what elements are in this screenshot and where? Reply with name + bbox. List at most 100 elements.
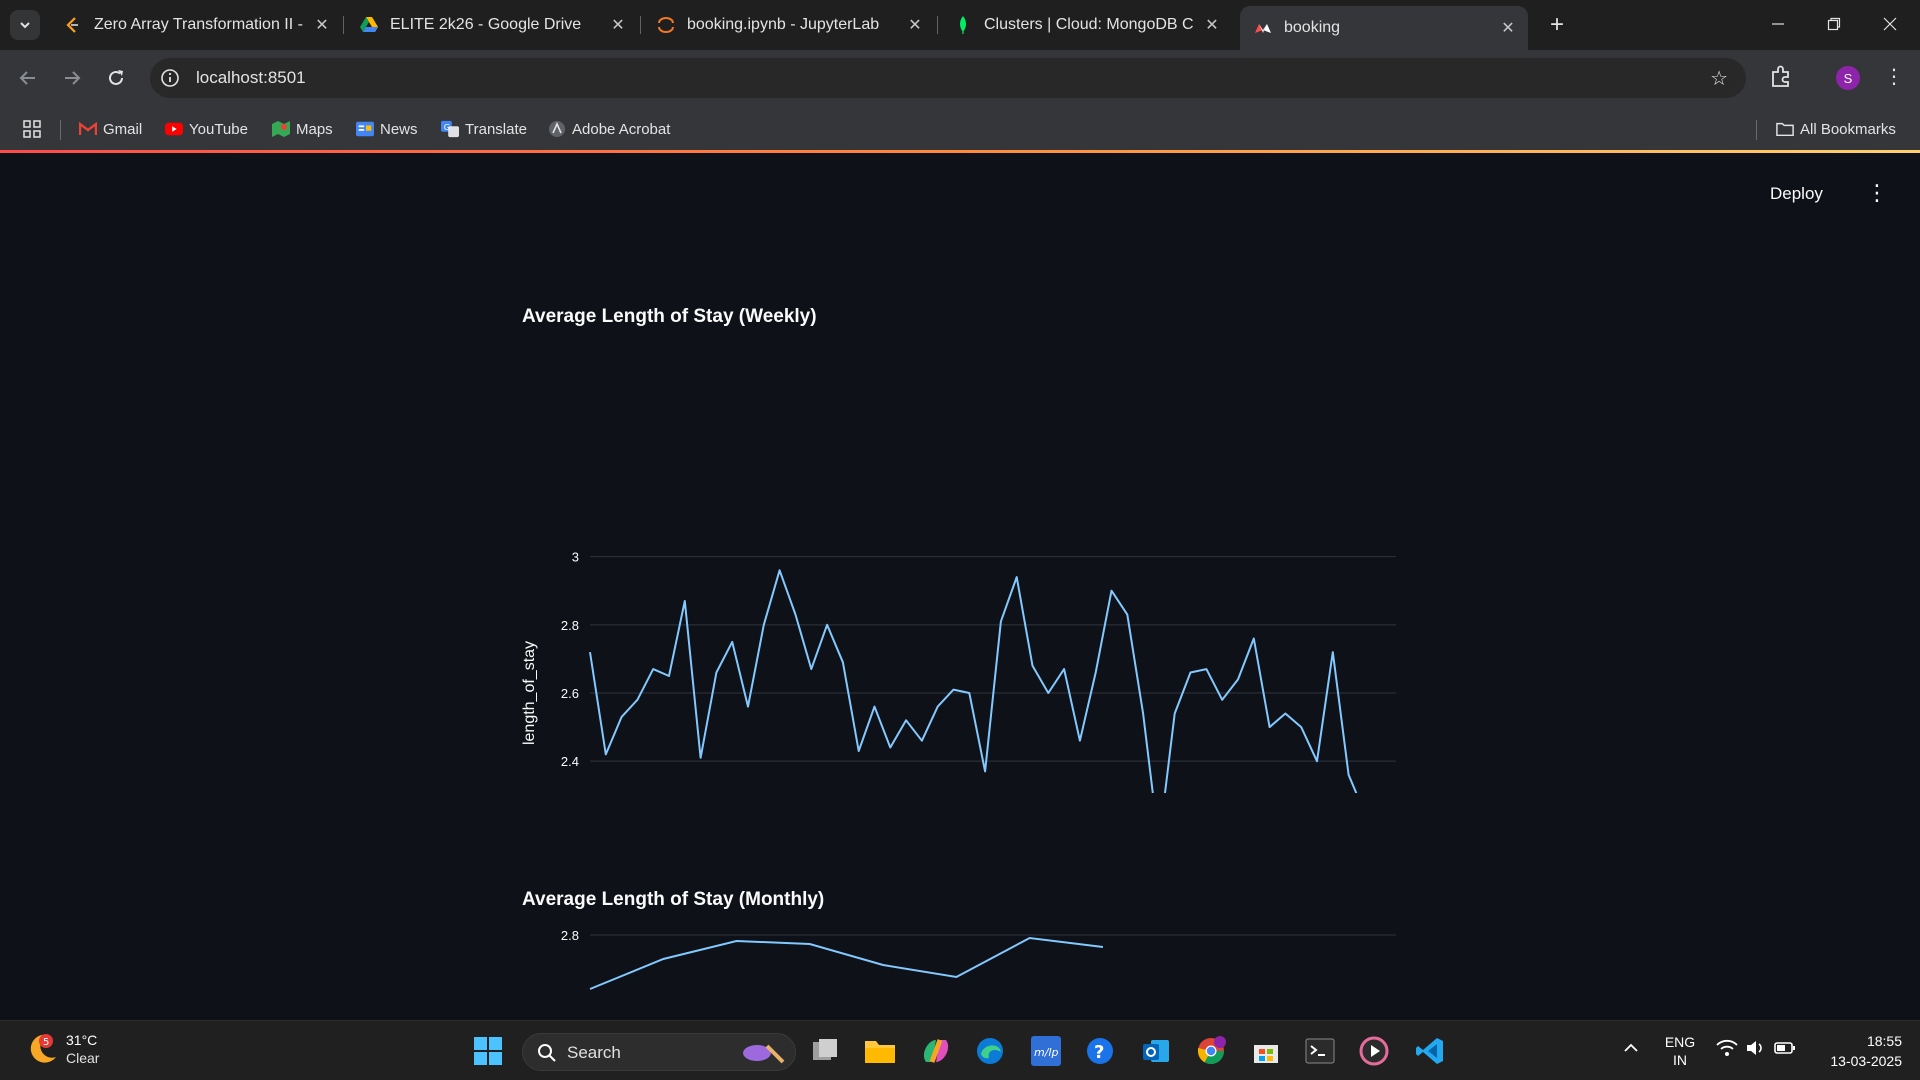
- copilot-button[interactable]: [916, 1031, 956, 1071]
- arrow-left-icon: [19, 71, 35, 85]
- show-hidden-icons-button[interactable]: [1622, 1039, 1640, 1062]
- y-tick-label: 2.4: [561, 754, 579, 769]
- bookmark-label: Gmail: [103, 120, 143, 138]
- edge-button[interactable]: [970, 1031, 1010, 1071]
- acrobat-icon: [548, 120, 566, 138]
- all-bookmarks-button[interactable]: All Bookmarks: [1776, 117, 1896, 141]
- google-drive-icon: [360, 16, 378, 34]
- media-player-button[interactable]: [1354, 1031, 1394, 1071]
- apps-button[interactable]: [22, 117, 42, 141]
- reload-button[interactable]: [100, 62, 132, 94]
- chevron-down-icon: [20, 22, 30, 29]
- tab-title: Zero Array Transformation II - L: [94, 16, 304, 33]
- weather-temperature: 31°C: [66, 1032, 98, 1048]
- bookmark-star-icon[interactable]: ☆: [1710, 66, 1728, 91]
- minimize-button[interactable]: [1750, 0, 1806, 48]
- windows-taskbar: 5 31°C Clear Search m/lp ? ENG IN 18:55 …: [0, 1020, 1920, 1080]
- vscode-button[interactable]: [1410, 1031, 1450, 1071]
- task-view-button[interactable]: [806, 1031, 846, 1071]
- store-icon: [1254, 1045, 1278, 1063]
- bookmark-gmail[interactable]: Gmail: [79, 117, 142, 141]
- language-code: ENG: [1664, 1034, 1696, 1050]
- bookmark-translate[interactable]: G Translate: [441, 117, 527, 141]
- bookmark-label: YouTube: [189, 120, 248, 138]
- svg-text:m/lp: m/lp: [1034, 1046, 1058, 1059]
- battery-status[interactable]: [1774, 1039, 1796, 1062]
- tab-jupyterlab[interactable]: booking.ipynb - JupyterLab ✕: [643, 8, 935, 42]
- tab-separator: [937, 16, 938, 34]
- back-button[interactable]: [12, 62, 44, 94]
- outlook-button[interactable]: [1136, 1031, 1176, 1071]
- leetcode-icon: [64, 16, 82, 34]
- close-icon[interactable]: ✕: [1202, 15, 1222, 35]
- bookmark-label: Maps: [296, 120, 333, 138]
- streamlit-icon: [1254, 19, 1272, 37]
- search-icon: [538, 1044, 556, 1062]
- all-bookmarks-label: All Bookmarks: [1800, 120, 1896, 138]
- tab-google-drive[interactable]: ELITE 2k26 - Google Drive ✕: [346, 8, 638, 42]
- mylp-app-button[interactable]: m/lp: [1026, 1031, 1066, 1071]
- weekly-length-of-stay-chart[interactable]: 2.22.42.62.83Mar 2024May 2024Jul 2024Sep…: [0, 153, 1920, 793]
- tab-separator: [343, 16, 344, 34]
- new-tab-button[interactable]: +: [1542, 10, 1572, 40]
- help-button[interactable]: ?: [1080, 1031, 1120, 1071]
- bookmark-youtube[interactable]: YouTube: [165, 117, 248, 141]
- close-icon[interactable]: ✕: [312, 15, 332, 35]
- start-button[interactable]: [468, 1031, 508, 1071]
- close-icon[interactable]: ✕: [1498, 18, 1518, 38]
- url-text[interactable]: localhost:8501: [196, 68, 306, 88]
- edge-icon: [977, 1038, 1003, 1064]
- profile-avatar[interactable]: S: [1836, 66, 1860, 90]
- close-icon[interactable]: ✕: [608, 15, 628, 35]
- battery-icon: [1774, 1042, 1795, 1054]
- y-tick-label: 2.8: [561, 618, 579, 633]
- youtube-icon: [165, 120, 183, 138]
- search-highlight-icon: [743, 1044, 785, 1064]
- bookmarks-bar: Gmail YouTube Maps News G Translate Adob…: [0, 107, 1920, 150]
- tab-title: Clusters | Cloud: MongoDB Clo: [984, 16, 1194, 33]
- taskbar-search[interactable]: Search: [522, 1033, 796, 1071]
- y-tick-label: 3: [572, 550, 579, 565]
- folder-icon: [865, 1041, 895, 1063]
- chrome-button[interactable]: [1191, 1031, 1231, 1071]
- bookmark-adobe-acrobat[interactable]: Adobe Acrobat: [548, 117, 670, 141]
- tab-strip: Zero Array Transformation II - L ✕ ELITE…: [0, 0, 1920, 50]
- volume-icon: [1747, 1041, 1762, 1055]
- monthly-length-of-stay-chart[interactable]: 2.8: [0, 913, 1920, 1020]
- windows-logo-icon: [474, 1037, 502, 1065]
- volume-control[interactable]: [1746, 1039, 1766, 1062]
- terminal-button[interactable]: [1300, 1031, 1340, 1071]
- y-axis-label: length_of_stay: [521, 641, 538, 745]
- jupyter-icon: [657, 16, 675, 34]
- bookmark-news[interactable]: News: [356, 117, 418, 141]
- series-line: [589, 936, 1104, 990]
- y-tick-label: 2.6: [561, 686, 579, 701]
- tab-title: ELITE 2k26 - Google Drive: [390, 16, 582, 33]
- bookmark-separator: [60, 120, 61, 140]
- restore-button[interactable]: [1806, 0, 1862, 48]
- weather-condition: Clear: [66, 1050, 100, 1066]
- forward-button[interactable]: [56, 62, 88, 94]
- microsoft-store-button[interactable]: [1246, 1031, 1286, 1071]
- window-close-button[interactable]: [1862, 0, 1918, 48]
- address-bar[interactable]: localhost:8501 ☆: [150, 58, 1746, 98]
- tab-search-button[interactable]: [10, 10, 40, 40]
- weather-widget[interactable]: 5 31°C Clear: [24, 1031, 99, 1067]
- wifi-icon: [1716, 1039, 1738, 1056]
- screen: Zero Array Transformation II - L ✕ ELITE…: [0, 0, 1920, 1080]
- language-indicator[interactable]: ENG IN: [1662, 1033, 1698, 1069]
- bookmark-maps[interactable]: Maps: [272, 117, 333, 141]
- network-status[interactable]: [1716, 1039, 1738, 1062]
- close-icon[interactable]: ✕: [905, 15, 925, 35]
- chevron-up-icon: [1624, 1043, 1638, 1052]
- site-info-icon[interactable]: [160, 68, 180, 88]
- tab-mongodb[interactable]: Clusters | Cloud: MongoDB Clo ✕: [940, 8, 1232, 42]
- tab-leetcode[interactable]: Zero Array Transformation II - L ✕: [50, 8, 342, 42]
- svg-text:?: ?: [1094, 1042, 1104, 1063]
- system-clock[interactable]: 18:55 13-03-2025: [1818, 1031, 1902, 1071]
- tab-booking[interactable]: booking ✕: [1240, 6, 1528, 50]
- tab-title: booking: [1284, 19, 1341, 36]
- browser-menu-icon[interactable]: ⋮: [1884, 64, 1904, 89]
- extensions-icon[interactable]: [1768, 64, 1794, 90]
- file-explorer-button[interactable]: [860, 1031, 900, 1071]
